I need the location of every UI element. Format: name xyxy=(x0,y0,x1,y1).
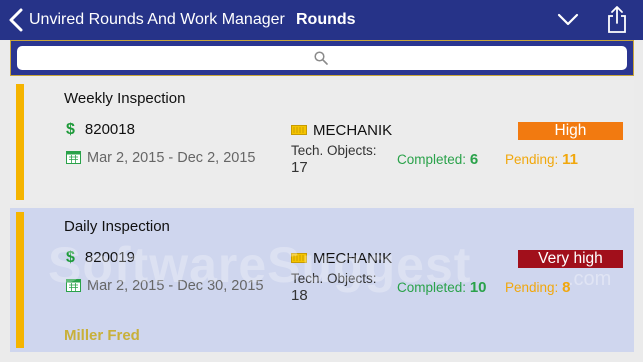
pending-count: Pending: 8 xyxy=(505,279,570,296)
search-input[interactable] xyxy=(17,46,627,70)
dropdown-button[interactable] xyxy=(556,10,580,28)
pending-label: Pending: xyxy=(505,152,559,167)
calendar-icon xyxy=(66,151,81,164)
chevron-down-icon xyxy=(557,13,579,26)
pending-value: 11 xyxy=(562,151,578,168)
back-chevron-icon xyxy=(9,8,23,32)
work-center-value: MECHANIK xyxy=(313,122,393,139)
completed-label: Completed: xyxy=(397,152,467,167)
tech-objects-label: Tech. Objects: xyxy=(291,143,377,158)
share-button[interactable] xyxy=(606,4,628,34)
watermark: SoftwareSuggest xyxy=(48,237,472,293)
pending-count: Pending: 11 xyxy=(505,151,578,168)
back-button[interactable] xyxy=(4,6,30,34)
completed-value: 6 xyxy=(469,151,479,168)
round-id: $820018 xyxy=(66,121,135,139)
round-id-value: 820018 xyxy=(84,121,135,138)
priority-badge: Very high xyxy=(518,250,623,268)
completed-value: 10 xyxy=(469,279,487,296)
status-accent-bar xyxy=(16,84,24,200)
work-center: MECHANIK xyxy=(291,122,392,139)
status-accent-bar xyxy=(16,212,24,348)
watermark-suffix: .com xyxy=(568,268,612,290)
navigation-bar: Unvired Rounds And Work Manager Rounds xyxy=(0,0,643,40)
assignee-name: Miller Fred xyxy=(64,327,140,344)
round-title: Daily Inspection xyxy=(64,218,170,235)
back-button-label[interactable]: Unvired Rounds And Work Manager xyxy=(29,11,285,29)
date-range: Mar 2, 2015 - Dec 2, 2015 xyxy=(66,150,255,166)
date-range-value: Mar 2, 2015 - Dec 2, 2015 xyxy=(87,150,256,166)
round-card[interactable]: Weekly Inspection $820018 Mar 2, 2015 - … xyxy=(10,80,634,204)
dollar-icon: $ xyxy=(66,121,75,138)
share-icon xyxy=(608,6,626,33)
search-bar xyxy=(10,40,634,76)
search-icon xyxy=(314,51,328,65)
priority-badge: High xyxy=(518,122,623,140)
page-title: Rounds xyxy=(296,11,356,28)
tech-objects-count: 17 xyxy=(291,159,308,176)
round-title: Weekly Inspection xyxy=(64,90,186,107)
toolbox-icon xyxy=(291,125,307,135)
completed-count: Completed: 6 xyxy=(397,151,478,168)
pending-label: Pending: xyxy=(505,280,559,295)
